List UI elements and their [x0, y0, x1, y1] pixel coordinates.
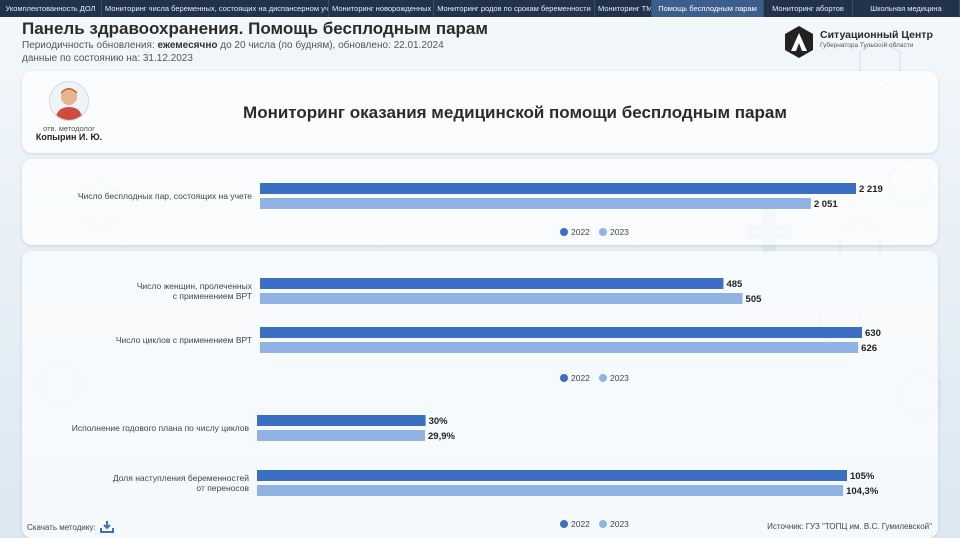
legend-marker-2023 [599, 228, 607, 236]
download-methodology[interactable]: Скачать методику: [27, 521, 114, 533]
legend-marker-2022 [560, 374, 568, 382]
legend-label-2022: 2022 [571, 519, 590, 529]
bar-2022 [257, 415, 426, 426]
data-label-2023: 626 [861, 343, 877, 354]
data-label-2022: 485 [726, 279, 743, 290]
download-icon[interactable] [99, 521, 114, 533]
legend-marker-2023 [599, 374, 607, 382]
data-label-2023: 29,9% [428, 431, 455, 442]
data-label-2022: 630 [865, 328, 881, 339]
legend-marker-2022 [560, 228, 568, 236]
data-label-2022: 105% [850, 471, 875, 482]
bar-2023 [257, 485, 844, 496]
bar-2023 [260, 293, 743, 304]
legend-label-2023: 2023 [610, 519, 629, 529]
bar-2022 [260, 278, 724, 289]
legend-label-2022: 2022 [571, 373, 590, 383]
bar-2023 [257, 430, 426, 441]
data-label-2023: 2 051 [814, 199, 838, 210]
bar-2023 [260, 342, 859, 353]
legend-marker-2023 [599, 520, 607, 528]
source-note: Источник: ГУЗ "ТОПЦ им. В.С. Гумилевской… [767, 522, 932, 531]
legend-marker-2022 [560, 520, 568, 528]
category-label: Доля наступления беременностей от перенос… [113, 473, 250, 493]
legend-label-2023: 2023 [610, 373, 629, 383]
data-label-2022: 30% [429, 416, 449, 427]
category-label: Число женщин, пролеченных с применением В… [137, 281, 253, 301]
category-label: Число бесплодных пар, состоящих на учете [78, 191, 252, 201]
data-label-2023: 505 [746, 294, 763, 305]
bar-2022 [257, 470, 847, 481]
legend-label-2022: 2022 [571, 227, 590, 237]
bar-2022 [260, 183, 856, 194]
legend-label-2023: 2023 [610, 227, 629, 237]
bar-2023 [260, 198, 811, 209]
category-label: Число циклов с применением ВРТ [116, 335, 252, 345]
data-label-2022: 2 219 [859, 184, 883, 195]
bar-charts: Число бесплодных пар, состоящих на учете… [72, 183, 883, 529]
bar-2022 [260, 327, 862, 338]
category-label: Исполнение годового плана по числу цикло… [72, 423, 250, 433]
data-label-2023: 104,3% [846, 486, 879, 497]
